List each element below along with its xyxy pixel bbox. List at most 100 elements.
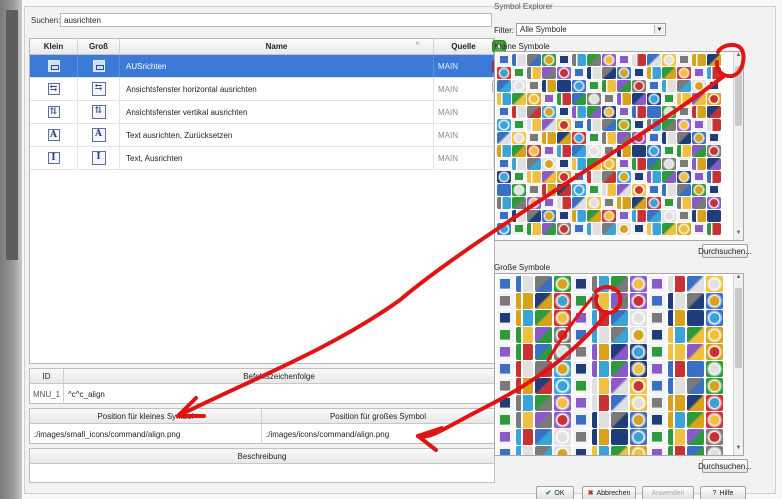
symbol-icon[interactable] [677, 171, 691, 183]
symbol-icon[interactable] [557, 171, 571, 183]
symbol-icon[interactable] [617, 210, 631, 222]
symbol-icon[interactable] [662, 80, 676, 92]
symbol-icon[interactable] [692, 106, 706, 118]
symbol-icon[interactable] [557, 158, 571, 170]
symbol-icon[interactable] [617, 197, 631, 209]
symbol-icon[interactable] [662, 184, 676, 196]
symbol-icon[interactable] [587, 210, 601, 222]
symbol-icon[interactable] [687, 276, 704, 292]
symbol-icon[interactable] [617, 145, 631, 157]
symbol-icon[interactable] [611, 361, 628, 377]
symbol-icon[interactable] [692, 171, 706, 183]
symbol-icon[interactable] [668, 412, 685, 428]
symbol-icon[interactable] [687, 378, 704, 394]
symbol-icon[interactable] [649, 361, 666, 377]
symbol-icon[interactable] [587, 171, 601, 183]
symbol-icon[interactable] [617, 106, 631, 118]
table-row[interactable]: ⇅ ⇅ Ansichtsfenster vertikal ausrichten MAI… [30, 101, 494, 124]
symbol-icon[interactable] [573, 310, 590, 326]
symbol-icon[interactable] [497, 429, 514, 445]
symbol-icon[interactable] [527, 93, 541, 105]
symbol-icon[interactable] [535, 446, 552, 455]
symbol-icon[interactable] [542, 93, 556, 105]
symbol-icon[interactable] [602, 197, 616, 209]
symbol-icon[interactable] [557, 197, 571, 209]
large-icon-path-field[interactable]: :/images/icons/command/align.png [262, 424, 494, 444]
symbol-icon[interactable] [512, 223, 526, 235]
scroll-thumb[interactable] [735, 66, 742, 126]
symbol-icon[interactable] [662, 223, 676, 235]
symbol-icon[interactable] [557, 93, 571, 105]
symbol-icon[interactable] [649, 412, 666, 428]
symbol-icon[interactable] [542, 210, 556, 222]
symbol-icon[interactable] [632, 80, 646, 92]
symbol-icon[interactable] [611, 395, 628, 411]
symbol-icon[interactable] [497, 310, 514, 326]
symbol-icon[interactable] [687, 412, 704, 428]
symbol-icon[interactable] [632, 223, 646, 235]
symbol-icon[interactable] [662, 93, 676, 105]
symbol-icon[interactable] [587, 80, 601, 92]
symbol-icon[interactable] [512, 67, 526, 79]
symbol-icon[interactable] [554, 446, 571, 455]
symbol-icon[interactable] [692, 67, 706, 79]
symbol-icon[interactable] [706, 412, 723, 428]
symbol-icon[interactable] [512, 145, 526, 157]
symbol-icon[interactable] [662, 106, 676, 118]
symbol-icon[interactable] [497, 210, 511, 222]
symbol-icon[interactable] [542, 197, 556, 209]
symbol-icon[interactable] [706, 395, 723, 411]
symbol-icon[interactable] [647, 210, 661, 222]
symbol-icon[interactable] [516, 344, 533, 360]
symbol-icon[interactable] [516, 361, 533, 377]
symbol-icon[interactable] [512, 171, 526, 183]
symbol-icon[interactable] [662, 67, 676, 79]
symbol-icon[interactable] [554, 327, 571, 343]
symbol-icon[interactable] [649, 327, 666, 343]
symbol-icon[interactable] [632, 171, 646, 183]
symbol-icon[interactable] [647, 197, 661, 209]
symbol-icon[interactable] [706, 310, 723, 326]
symbol-icon[interactable] [668, 446, 685, 455]
symbol-icon[interactable] [611, 310, 628, 326]
symbol-icon[interactable] [542, 145, 556, 157]
symbol-icon[interactable] [572, 67, 586, 79]
symbol-icon[interactable] [587, 93, 601, 105]
symbol-icon[interactable] [662, 158, 676, 170]
symbol-icon[interactable] [527, 80, 541, 92]
symbol-icon[interactable] [677, 54, 691, 66]
symbol-icon[interactable] [692, 184, 706, 196]
symbol-icon[interactable] [572, 54, 586, 66]
symbol-icon[interactable] [592, 344, 609, 360]
symbol-icon[interactable] [554, 344, 571, 360]
symbol-icon[interactable] [707, 171, 721, 183]
symbol-icon[interactable] [668, 429, 685, 445]
symbol-icon[interactable] [662, 119, 676, 131]
symbol-icon[interactable] [497, 378, 514, 394]
symbol-icon[interactable] [542, 158, 556, 170]
symbol-icon[interactable] [516, 276, 533, 292]
symbol-icon[interactable] [542, 184, 556, 196]
symbol-icon[interactable] [573, 293, 590, 309]
symbol-icon[interactable] [707, 106, 721, 118]
symbol-icon[interactable] [692, 119, 706, 131]
column-header-name[interactable]: Name ^ [120, 39, 434, 54]
symbol-icon[interactable] [573, 446, 590, 455]
symbol-icon[interactable] [587, 223, 601, 235]
symbol-icon[interactable] [497, 145, 511, 157]
symbol-icon[interactable] [573, 344, 590, 360]
symbol-icon[interactable] [535, 276, 552, 292]
symbol-icon[interactable] [632, 119, 646, 131]
symbol-icon[interactable] [573, 395, 590, 411]
symbol-icon[interactable] [592, 412, 609, 428]
symbol-icon[interactable] [602, 171, 616, 183]
symbol-icon[interactable] [554, 310, 571, 326]
symbol-icon[interactable] [611, 446, 628, 455]
symbol-icon[interactable] [572, 132, 586, 144]
search-input[interactable] [60, 13, 492, 27]
symbol-icon[interactable] [611, 327, 628, 343]
symbol-icon[interactable] [557, 132, 571, 144]
symbol-icon[interactable] [573, 361, 590, 377]
symbol-icon[interactable] [677, 184, 691, 196]
symbol-icon[interactable] [649, 276, 666, 292]
